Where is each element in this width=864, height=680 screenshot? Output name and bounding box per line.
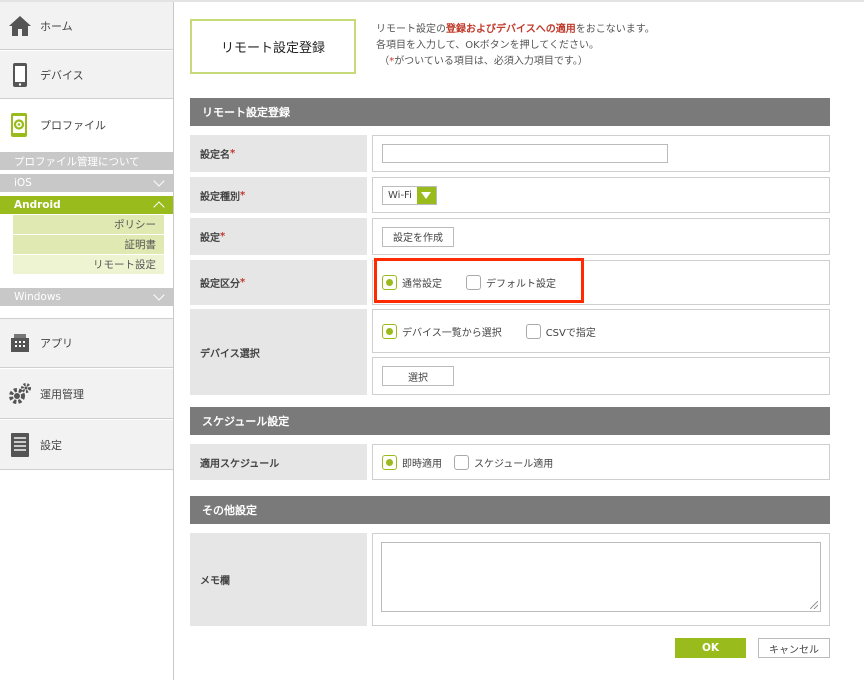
sub-ios[interactable]: iOS: [0, 174, 173, 192]
dropdown-arrow-icon: [416, 186, 436, 204]
value-setting-name: [372, 135, 830, 172]
intro-text-part: をおこないます。: [575, 24, 655, 35]
radio-selected-icon: [382, 323, 397, 339]
label-schedule: 適用スケジュール: [190, 444, 367, 480]
radio-label: 即時適用: [402, 458, 442, 470]
radio-csv[interactable]: CSVで指定: [525, 323, 596, 339]
label-text: 設定種別: [200, 191, 240, 203]
nav-operation-label: 運用管理: [40, 387, 84, 401]
create-setting-button[interactable]: 設定を作成: [382, 226, 454, 247]
radio-immediate[interactable]: 即時適用: [382, 454, 442, 470]
radio-scheduled[interactable]: スケジュール適用: [454, 454, 554, 470]
intro-text: リモート設定の登録およびデバイスへの適用をおこないます。 各項目を入力して、OK…: [376, 22, 836, 70]
sub-profile-about[interactable]: プロファイル管理について: [0, 152, 173, 170]
document-icon: [0, 421, 40, 469]
radio-label: デバイス一覧から選択: [402, 327, 502, 339]
value-setting-type: Wi-Fi: [372, 177, 830, 213]
sub-windows-label: Windows: [14, 291, 61, 303]
label-memo: メモ欄: [190, 533, 367, 626]
sub-ios-label: iOS: [14, 177, 32, 189]
radio-device-list[interactable]: デバイス一覧から選択: [382, 323, 502, 339]
chevron-down-icon: [153, 175, 165, 187]
value-setting: 設定を作成: [372, 218, 830, 255]
sidebar-item-policy[interactable]: ポリシー: [13, 215, 164, 234]
sub-windows[interactable]: Windows: [0, 288, 173, 306]
chevron-up-icon: [153, 201, 165, 213]
page: ホーム デバイス プロファイル プロファイル管理について iOS Android…: [0, 0, 864, 680]
label-setting-type: 設定種別 *: [190, 177, 367, 213]
label-text: 設定名: [200, 150, 230, 161]
intro-text-part: （: [379, 56, 390, 67]
sidebar-item-remote-setting[interactable]: リモート設定: [13, 255, 164, 274]
sidebar-item-label: ポリシー: [114, 219, 156, 231]
sub-profile-about-label: プロファイル管理について: [14, 155, 140, 168]
nav-settings[interactable]: 設定: [0, 420, 173, 470]
page-title: リモート設定登録: [190, 19, 356, 74]
label-text: 設定区分: [200, 279, 240, 290]
sidebar-item-label: 証明書: [124, 239, 157, 251]
intro-text-line: 各項目を入力して、OKボタンを押してください。: [376, 40, 600, 51]
label-setting-category: 設定区分 *: [190, 260, 367, 305]
label-setting-name: 設定名 *: [190, 135, 367, 172]
required-mark: *: [240, 189, 246, 201]
cancel-button[interactable]: キャンセル: [758, 638, 830, 658]
profile-gear-icon: [0, 101, 40, 149]
ok-button[interactable]: OK: [675, 638, 746, 658]
resize-grip-icon[interactable]: [810, 601, 818, 609]
sidebar-item-certificate[interactable]: 証明書: [13, 235, 164, 254]
radio-selected-icon: [382, 454, 397, 470]
chevron-down-icon: [153, 289, 165, 301]
nav-app-label: アプリ: [40, 337, 73, 350]
sidebar: ホーム デバイス プロファイル プロファイル管理について iOS Android…: [0, 2, 174, 680]
intro-text-part: がついている項目は、必須入力項目です。）: [394, 56, 588, 67]
nav-settings-label: 設定: [40, 438, 62, 452]
section-header-remote: リモート設定登録: [190, 98, 830, 126]
home-icon: [0, 2, 40, 50]
nav-profile-label: プロファイル: [40, 119, 106, 132]
setting-type-select[interactable]: Wi-Fi: [382, 185, 437, 205]
required-mark: *: [220, 231, 226, 242]
section-header-other: その他設定: [190, 496, 830, 524]
highlight-box: [374, 258, 584, 303]
sidebar-item-label: リモート設定: [93, 259, 156, 271]
sub-android[interactable]: Android: [0, 196, 173, 214]
setting-type-value: Wi-Fi: [388, 189, 412, 201]
nav-device-label: デバイス: [40, 68, 84, 82]
select-device-button[interactable]: 選択: [382, 366, 454, 386]
nav-home-label: ホーム: [40, 19, 73, 33]
gears-icon: [0, 370, 40, 418]
nav-home[interactable]: ホーム: [0, 2, 173, 50]
section-header-schedule: スケジュール設定: [190, 407, 830, 435]
nav-profile[interactable]: プロファイル: [0, 100, 173, 150]
setting-name-input[interactable]: [382, 144, 668, 163]
sub-android-label: Android: [14, 199, 61, 211]
radio-unselected-icon: [454, 454, 469, 470]
smartphone-icon: [0, 51, 40, 99]
nav-device[interactable]: デバイス: [0, 51, 173, 99]
nav-operation[interactable]: 運用管理: [0, 369, 173, 419]
required-mark: *: [230, 148, 236, 159]
memo-textarea[interactable]: [381, 542, 821, 612]
value-schedule: 即時適用 スケジュール適用: [372, 444, 830, 480]
intro-text-part: リモート設定の: [376, 24, 446, 35]
radio-unselected-icon: [525, 323, 541, 339]
required-mark: *: [240, 277, 246, 288]
label-setting: 設定 *: [190, 218, 367, 255]
label-device-select: デバイス選択: [190, 309, 367, 395]
radio-label: スケジュール適用: [474, 458, 554, 470]
value-device-method: デバイス一覧から選択 CSVで指定: [372, 309, 830, 353]
app-icon: [0, 319, 40, 367]
value-device-select: 選択: [372, 357, 830, 395]
nav-app[interactable]: アプリ: [0, 318, 173, 368]
intro-text-emphasis: 登録およびデバイスへの適用: [446, 24, 576, 35]
radio-label: CSVで指定: [545, 327, 596, 339]
label-text: 設定: [200, 233, 220, 244]
